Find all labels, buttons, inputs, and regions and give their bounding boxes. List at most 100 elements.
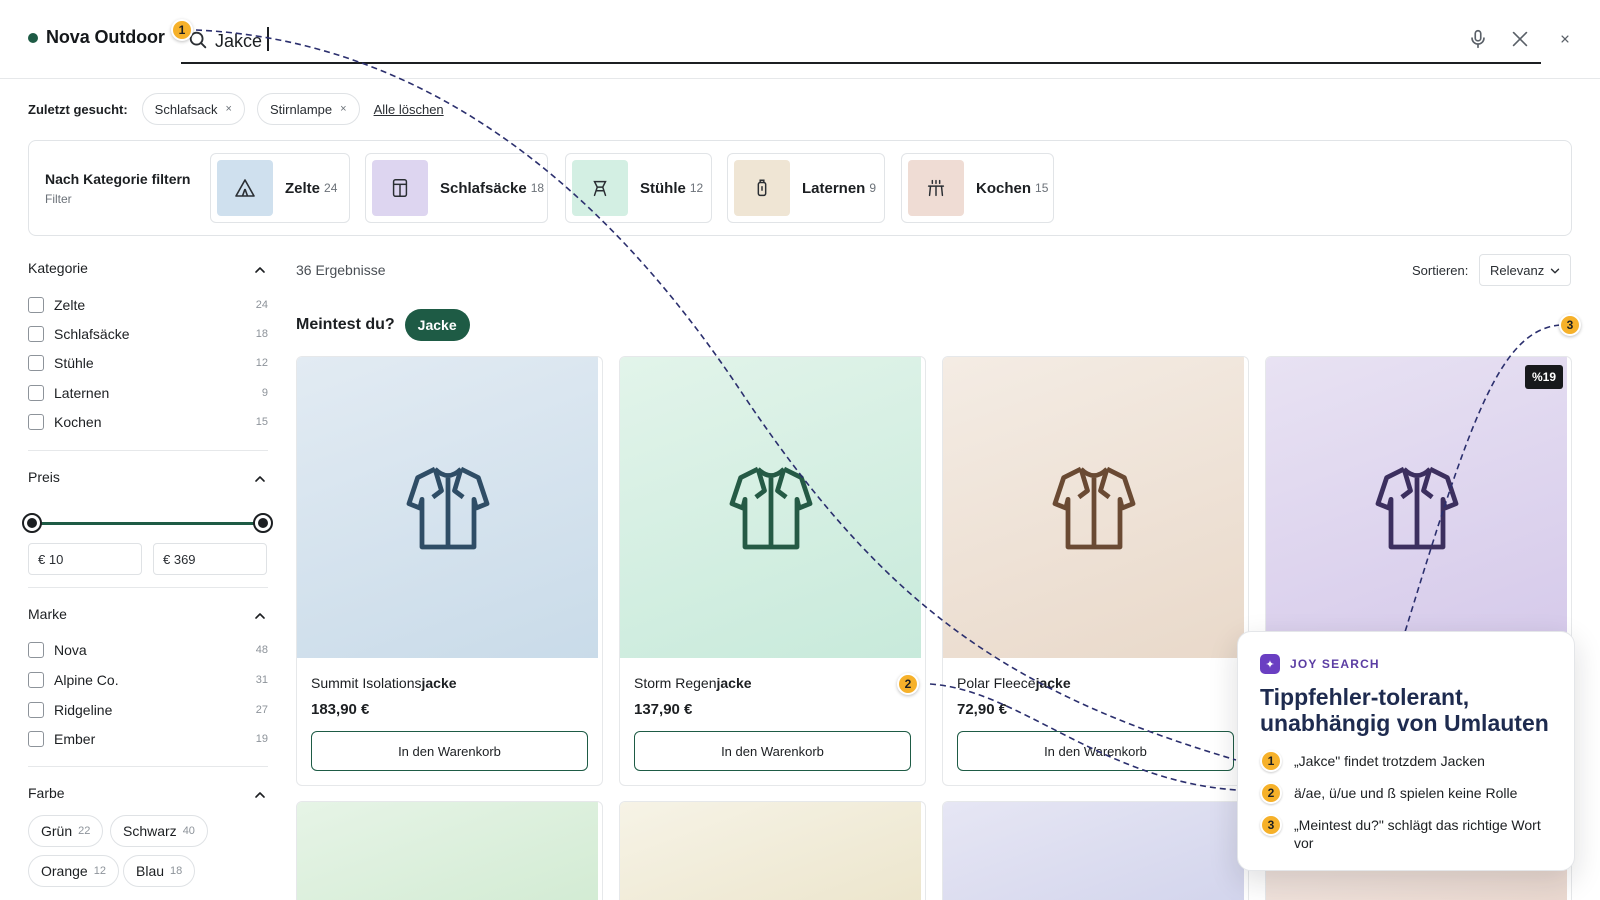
brand[interactable]: Nova Outdoor — [28, 27, 165, 48]
category-tile-count: 12 — [689, 181, 704, 195]
add-to-cart-button[interactable]: In den Warenkorb — [957, 731, 1234, 771]
filter-option[interactable]: Alpine Co. 31 — [28, 670, 268, 690]
remove-icon[interactable]: × — [340, 103, 346, 115]
price-min-input[interactable]: € 10 — [28, 543, 142, 575]
product-card[interactable]: Storm Regenjacke 137,90 € In den Warenko… — [619, 356, 926, 786]
text-caret — [267, 27, 269, 51]
category-filter-title: Nach Kategorie filtern — [45, 171, 191, 187]
filter-option[interactable]: Kochen 15 — [28, 412, 268, 432]
clear-all-link[interactable]: Alle löschen — [374, 102, 444, 117]
filter-option-count: 12 — [255, 357, 268, 369]
price-max-input[interactable]: € 369 — [153, 543, 267, 575]
chevron-up-icon[interactable] — [252, 787, 268, 803]
product-price: 72,90 € — [957, 701, 1008, 718]
price-slider-min-handle[interactable] — [22, 513, 42, 533]
filter-option[interactable]: Ember 19 — [28, 729, 268, 749]
product-image[interactable] — [620, 802, 921, 900]
recent-chip[interactable]: Stirnlampe × — [256, 93, 360, 125]
sleeping-bag-icon — [372, 160, 428, 216]
clear-search-icon[interactable] — [1509, 28, 1531, 50]
checkbox[interactable] — [28, 355, 44, 371]
filter-option[interactable]: Schlafsäcke 18 — [28, 324, 268, 344]
chevron-up-icon[interactable] — [252, 608, 268, 624]
product-title-prefix: Polar Fleece — [957, 675, 1036, 691]
product-card[interactable]: Polar Fleecejacke 72,90 € In den Warenko… — [942, 356, 1249, 786]
filter-option[interactable]: Laternen 9 — [28, 383, 268, 403]
product-title[interactable]: Summit Isolationsjacke — [311, 675, 457, 691]
filter-option-count: 9 — [261, 387, 268, 399]
product-image[interactable] — [943, 802, 1244, 900]
product-image[interactable] — [297, 357, 598, 658]
search-input[interactable] — [215, 28, 1415, 54]
sort-select[interactable]: Relevanz — [1479, 254, 1571, 286]
checkbox[interactable] — [28, 297, 44, 313]
color-chip-label: Blau — [136, 863, 165, 879]
product-card[interactable] — [942, 801, 1249, 900]
category-tile-name: Zelte — [285, 179, 321, 197]
price-slider-track[interactable] — [32, 522, 264, 525]
jacket-icon — [729, 466, 812, 549]
filter-option[interactable]: Stühle 12 — [28, 353, 268, 373]
filter-option[interactable]: Zelte 24 — [28, 295, 268, 315]
checkbox[interactable] — [28, 326, 44, 342]
color-chip[interactable]: Orange 12 — [28, 855, 119, 887]
callout-item-number: 3 — [1260, 814, 1282, 836]
callout-item-number: 2 — [1260, 782, 1282, 804]
product-image[interactable] — [1266, 357, 1567, 658]
category-tile-name: Laternen — [802, 179, 866, 197]
category-tile-stuehle[interactable]: Stühle 12 — [565, 153, 712, 223]
category-tile-zelte[interactable]: Zelte 24 — [210, 153, 350, 223]
checkbox[interactable] — [28, 385, 44, 401]
product-title-prefix: Summit Isolations — [311, 675, 422, 691]
callout-item-text: ä/ae, ü/ue und ß spielen keine Rolle — [1294, 785, 1518, 801]
result-count: 36 Ergebnisse — [296, 262, 386, 278]
add-to-cart-button[interactable]: In den Warenkorb — [311, 731, 588, 771]
microphone-icon[interactable] — [1467, 28, 1489, 50]
color-chip[interactable]: Schwarz 40 — [110, 815, 208, 847]
color-chip-count: 12 — [93, 865, 106, 877]
remove-icon[interactable]: × — [226, 103, 232, 115]
search-bar[interactable] — [181, 22, 1541, 64]
category-tile-schlafsaecke[interactable]: Schlafsäcke 18 — [365, 153, 548, 223]
annotation-marker-1: 1 — [171, 19, 193, 41]
chevron-up-icon[interactable] — [252, 262, 268, 278]
chair-icon — [572, 160, 628, 216]
callout-item: 3 „Meintest du?" schlägt das richtige Wo… — [1260, 814, 1560, 852]
product-image[interactable] — [297, 802, 598, 900]
product-image[interactable] — [943, 357, 1244, 658]
category-tile-kochen[interactable]: Kochen 15 — [901, 153, 1054, 223]
recent-chip[interactable]: Schlafsack × — [141, 93, 245, 125]
product-card[interactable] — [619, 801, 926, 900]
product-card[interactable] — [296, 801, 603, 900]
category-tile-name: Stühle — [640, 179, 686, 197]
checkbox[interactable] — [28, 672, 44, 688]
color-chip[interactable]: Grün 22 — [28, 815, 104, 847]
checkbox[interactable] — [28, 731, 44, 747]
category-tile-count: 18 — [530, 181, 545, 195]
close-icon[interactable] — [1558, 32, 1572, 46]
checkbox[interactable] — [28, 702, 44, 718]
checkbox[interactable] — [28, 414, 44, 430]
product-image[interactable] — [620, 357, 921, 658]
did-you-mean-suggestion[interactable]: Jacke — [404, 309, 470, 341]
filter-option-label: Kochen — [54, 414, 102, 430]
product-title[interactable]: Polar Fleecejacke — [957, 675, 1071, 691]
filter-option[interactable]: Ridgeline 27 — [28, 700, 268, 720]
product-card[interactable]: Summit Isolationsjacke 183,90 € In den W… — [296, 356, 603, 786]
add-to-cart-button[interactable]: In den Warenkorb — [634, 731, 911, 771]
category-tile-laternen[interactable]: Laternen 9 — [727, 153, 885, 223]
filter-option-count: 31 — [255, 674, 268, 686]
feature-callout: ✦ JOY SEARCH Tippfehler-tolerant, unabhä… — [1237, 631, 1575, 871]
color-chip[interactable]: Blau 18 — [123, 855, 196, 887]
callout-item-text: „Meintest du?" schlägt das richtige Wort… — [1294, 817, 1541, 851]
lantern-icon — [734, 160, 790, 216]
filter-option[interactable]: Nova 48 — [28, 640, 268, 660]
category-filter-subtitle: Filter — [45, 192, 72, 206]
product-title[interactable]: Storm Regenjacke — [634, 675, 752, 691]
checkbox[interactable] — [28, 642, 44, 658]
filter-sidebar: Kategorie Zelte 24 Schlafsäcke 18 Stühle 12… — [22, 250, 273, 900]
color-chip-label: Orange — [41, 863, 88, 879]
price-slider-max-handle[interactable] — [253, 513, 273, 533]
chevron-up-icon[interactable] — [252, 471, 268, 487]
discount-badge: %19 — [1525, 365, 1564, 389]
